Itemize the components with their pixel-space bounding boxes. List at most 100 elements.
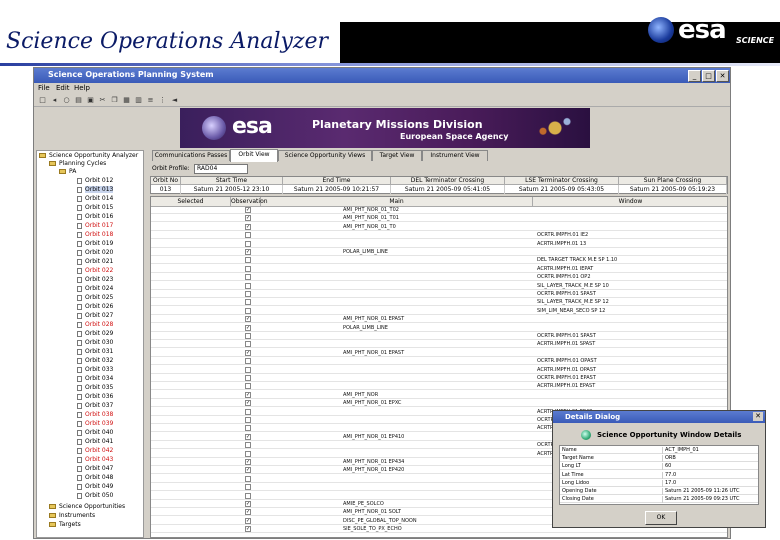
tree-item-orbit[interactable]: Orbit 025 bbox=[77, 294, 113, 301]
tree-item-orbit[interactable]: Orbit 027 bbox=[77, 312, 113, 319]
table-row[interactable]: SIL_LAYER_TRACK_M.E SP 10 bbox=[151, 282, 727, 290]
tree-root[interactable]: Science Opportunity Analyzer bbox=[39, 152, 138, 159]
tree-item-orbit[interactable]: Orbit 050 bbox=[77, 492, 113, 499]
select-checkbox[interactable]: ✓ bbox=[245, 459, 251, 465]
select-checkbox[interactable] bbox=[245, 492, 251, 499]
table-row[interactable]: ACRTR.IMPFH.01 13 bbox=[151, 240, 727, 248]
select-checkbox[interactable] bbox=[245, 475, 251, 482]
table-row[interactable]: SIM_LIM_NEAR_SECO SP 12 bbox=[151, 307, 727, 315]
table-row[interactable]: ✓ AMI_PHT_NOR bbox=[151, 391, 727, 399]
tab-communications-passes[interactable]: Communications Passes bbox=[152, 150, 230, 161]
copy-icon[interactable]: ❐ bbox=[110, 96, 119, 104]
select-checkbox[interactable] bbox=[245, 257, 251, 264]
select-checkbox[interactable]: ✓ bbox=[245, 526, 251, 533]
tree-item-orbit[interactable]: Orbit 035 bbox=[77, 384, 113, 391]
select-checkbox[interactable]: ✓ bbox=[245, 316, 251, 323]
tree-item-orbit[interactable]: Orbit 020 bbox=[77, 249, 113, 256]
tree-item-orbit[interactable]: Orbit 048 bbox=[77, 474, 113, 481]
tree-item-orbit[interactable]: Orbit 029 bbox=[77, 330, 113, 337]
tree-item-orbit[interactable]: Orbit 022 bbox=[77, 267, 113, 274]
select-checkbox[interactable] bbox=[245, 417, 251, 423]
tree-planning-cycles[interactable]: Planning Cycles bbox=[49, 160, 106, 167]
table-row[interactable]: SIL_LAYER_TRACK_M.E SP 12 bbox=[151, 299, 727, 307]
tree-item-orbit[interactable]: Orbit 016 bbox=[77, 213, 113, 220]
table-row[interactable]: OCRTR.IMPFH.01 SPAST bbox=[151, 291, 727, 298]
select-checkbox[interactable] bbox=[245, 291, 251, 297]
tree-item-orbit[interactable]: Orbit 036 bbox=[77, 393, 113, 400]
menu-file[interactable]: File bbox=[38, 84, 50, 92]
sound-icon[interactable]: ◄ bbox=[170, 96, 179, 104]
tree-item-orbit[interactable]: Orbit 019 bbox=[77, 240, 113, 247]
tree-item-orbit[interactable]: Orbit 047 bbox=[77, 465, 113, 472]
tree-item-orbit[interactable]: Orbit 042 bbox=[77, 447, 113, 454]
back-icon[interactable]: ◂ bbox=[50, 96, 59, 104]
table-row[interactable]: ✓ AMI_PHT_NOR_01 EPAST bbox=[151, 349, 727, 357]
select-checkbox[interactable] bbox=[245, 442, 251, 449]
print-icon[interactable]: ▥ bbox=[134, 96, 143, 104]
select-checkbox[interactable] bbox=[245, 307, 251, 314]
table-row[interactable]: OCRTR.IMPFH.01 OPAST bbox=[151, 358, 727, 366]
select-checkbox[interactable]: ✓ bbox=[245, 509, 251, 516]
tree-item-orbit[interactable]: Orbit 040 bbox=[77, 429, 113, 436]
ok-button[interactable]: OK bbox=[645, 511, 677, 525]
select-checkbox[interactable] bbox=[245, 375, 251, 381]
select-checkbox[interactable]: ✓ bbox=[245, 223, 251, 230]
maximize-button[interactable]: □ bbox=[702, 70, 715, 82]
select-checkbox[interactable] bbox=[245, 383, 251, 390]
tab-target-view[interactable]: Target View bbox=[372, 150, 422, 161]
tree-instruments[interactable]: Instruments bbox=[49, 512, 95, 519]
table-row[interactable]: DEL TARGET TRACK M.E SP 1.10 bbox=[151, 257, 727, 265]
select-checkbox[interactable] bbox=[245, 484, 251, 491]
select-checkbox[interactable] bbox=[245, 232, 251, 239]
select-checkbox[interactable]: ✓ bbox=[245, 349, 251, 356]
select-checkbox[interactable]: ✓ bbox=[245, 324, 251, 331]
select-checkbox[interactable] bbox=[245, 282, 251, 289]
table-row[interactable]: OCRTR.IMPFH.01 OP2 bbox=[151, 274, 727, 282]
table-row[interactable]: ✓ AMI_PHT_NOR_01_T02 bbox=[151, 207, 727, 214]
table-row[interactable]: ACRTR.IMPFH.01 SPAST bbox=[151, 341, 727, 349]
select-checkbox[interactable] bbox=[245, 366, 251, 373]
tree-item-orbit[interactable]: Orbit 012 bbox=[77, 177, 113, 184]
tree-item-orbit[interactable]: Orbit 021 bbox=[77, 258, 113, 265]
select-checkbox[interactable] bbox=[245, 265, 251, 272]
tab-instrument-view[interactable]: Instrument View bbox=[422, 150, 488, 161]
select-checkbox[interactable] bbox=[245, 299, 251, 306]
tree-item-orbit[interactable]: Orbit 033 bbox=[77, 366, 113, 373]
tree-science-opportunities[interactable]: Science Opportunities bbox=[49, 503, 125, 510]
list-icon[interactable]: ≡ bbox=[146, 96, 155, 104]
tree-item-orbit[interactable]: Orbit 026 bbox=[77, 303, 113, 310]
tree-item-orbit[interactable]: Orbit 039 bbox=[77, 420, 113, 427]
table-row[interactable]: ✓ POLAR_LIMB_LINE bbox=[151, 324, 727, 332]
tree-item-orbit[interactable]: Orbit 014 bbox=[77, 195, 113, 202]
table-row[interactable]: OCRTR.IMPFH.01 EPAST bbox=[151, 375, 727, 382]
tree-item-orbit[interactable]: Orbit 037 bbox=[77, 402, 113, 409]
profile-select[interactable]: RAD04 bbox=[194, 164, 248, 174]
tree-item-orbit[interactable]: Orbit 034 bbox=[77, 375, 113, 382]
select-checkbox[interactable]: ✓ bbox=[245, 501, 251, 507]
tree-targets[interactable]: Targets bbox=[49, 521, 81, 528]
tree-item-orbit[interactable]: Orbit 032 bbox=[77, 357, 113, 364]
select-checkbox[interactable]: ✓ bbox=[245, 215, 251, 222]
select-checkbox[interactable] bbox=[245, 450, 251, 457]
select-checkbox[interactable]: ✓ bbox=[245, 433, 251, 440]
tree-item-orbit[interactable]: Orbit 017 bbox=[77, 222, 113, 229]
tree-item-orbit[interactable]: Orbit 049 bbox=[77, 483, 113, 490]
tree-item-orbit[interactable]: Orbit 043 bbox=[77, 456, 113, 463]
select-checkbox[interactable]: ✓ bbox=[245, 249, 251, 255]
tree-item-orbit[interactable]: Orbit 031 bbox=[77, 348, 113, 355]
open-icon[interactable]: ▤ bbox=[74, 96, 83, 104]
tree-item-orbit[interactable]: Orbit 015 bbox=[77, 204, 113, 211]
tree-item-orbit[interactable]: Orbit 024 bbox=[77, 285, 113, 292]
table-row[interactable]: ✓ AMI_PHT_NOR_01 EPXC bbox=[151, 400, 727, 408]
tree-group[interactable]: PA bbox=[59, 168, 76, 175]
table-row[interactable]: ACRTR.IMPFH.01 IEPAT bbox=[151, 265, 727, 273]
table-row[interactable]: ACRTR.IMPFH.01 OPAST bbox=[151, 366, 727, 374]
select-checkbox[interactable]: ✓ bbox=[245, 391, 251, 398]
tree-item-orbit[interactable]: Orbit 038 bbox=[77, 411, 113, 418]
paste-icon[interactable]: ▦ bbox=[122, 96, 131, 104]
select-checkbox[interactable] bbox=[245, 341, 251, 348]
menu-edit[interactable]: Edit bbox=[56, 84, 70, 92]
table-row[interactable]: ✓ AMI_PHT_NOR_01 EPAST bbox=[151, 316, 727, 324]
table-row[interactable]: OCRTR.IMPFH.01 SPAST bbox=[151, 333, 727, 340]
table-row[interactable]: ACRTR.IMPFH.01 EPAST bbox=[151, 383, 727, 391]
